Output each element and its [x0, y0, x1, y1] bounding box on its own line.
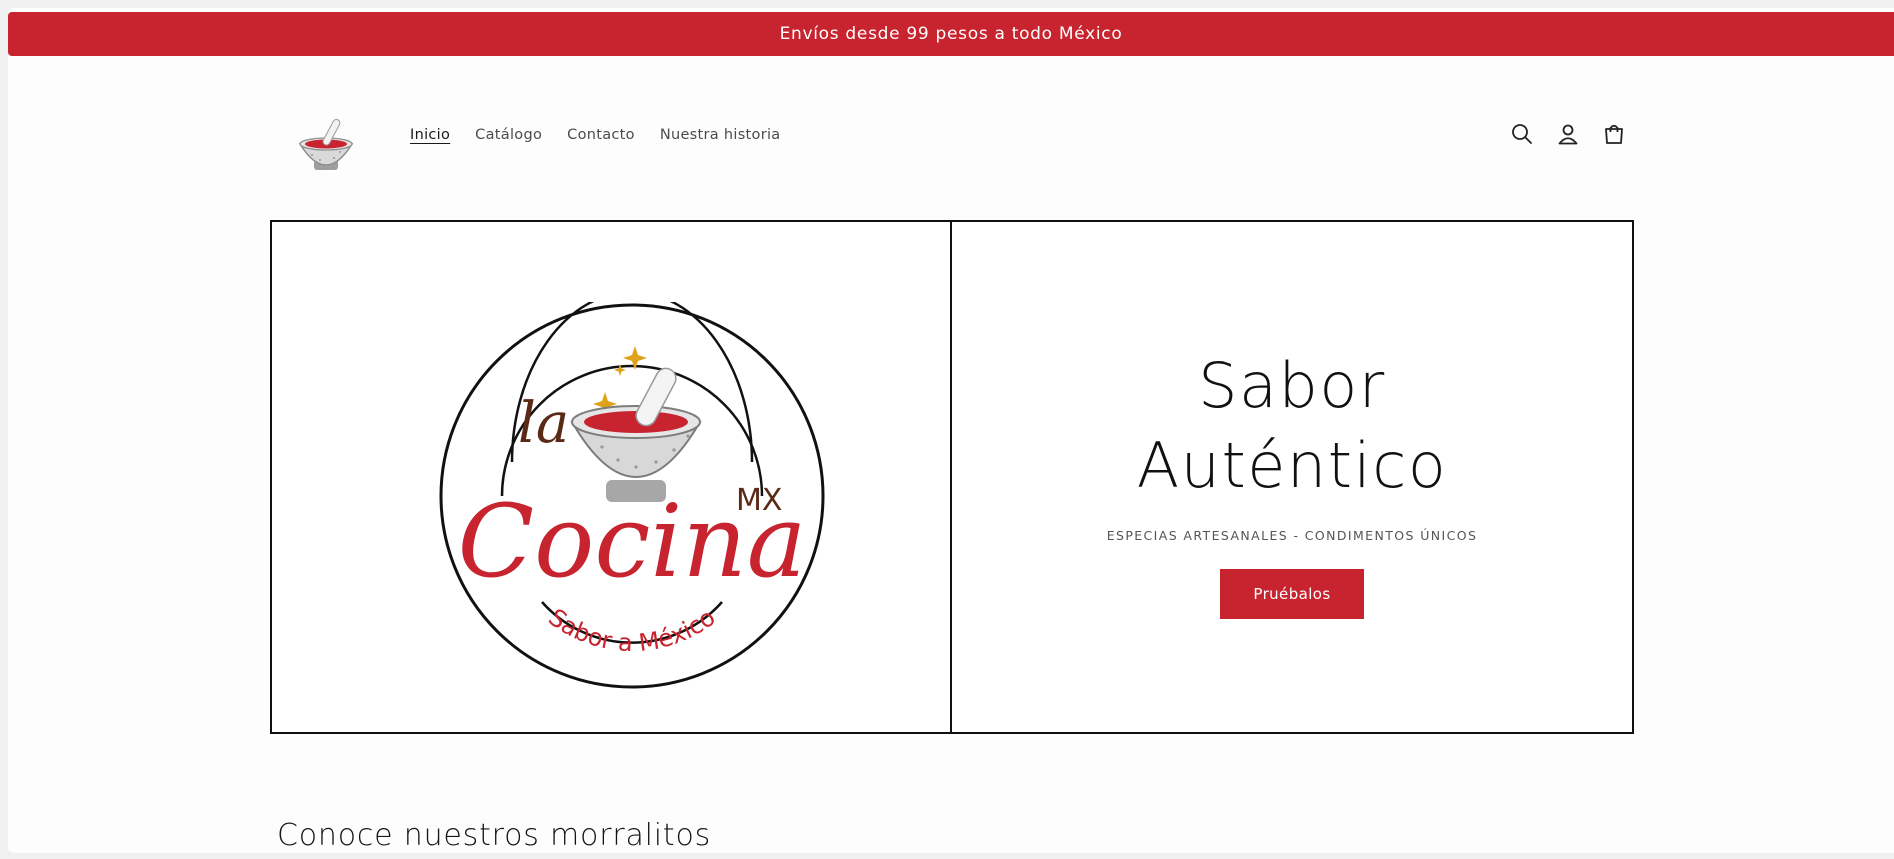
account-icon: [1558, 124, 1578, 145]
nav-link-inicio[interactable]: Inicio: [410, 127, 450, 143]
nav-link-contacto[interactable]: Contacto: [567, 127, 635, 143]
hero-text-panel: Sabor Auténtico ESPECIAS ARTESANALES - C…: [950, 220, 1634, 734]
page-viewport: Envíos desde 99 pesos a todo México Inic…: [8, 8, 1894, 853]
hero-logo-word-cocina: Cocina: [458, 483, 807, 600]
search-button[interactable]: [1508, 120, 1536, 148]
hero-title-line2: Auténtico: [1136, 428, 1448, 502]
account-button[interactable]: [1554, 120, 1582, 148]
hero-logo-tagline: Sabor a México: [543, 603, 720, 657]
main-nav: Inicio Catálogo Contacto Nuestra histori…: [410, 127, 781, 143]
hero-section: la MX Cocina Sabor a México Sabor Autént…: [270, 220, 1634, 734]
search-icon: [1512, 124, 1532, 144]
announcement-text: Envíos desde 99 pesos a todo México: [779, 24, 1123, 44]
brand-logo-image: la MX Cocina Sabor a México: [439, 302, 825, 689]
announcement-bar: Envíos desde 99 pesos a todo México: [8, 12, 1894, 56]
cart-icon: [1605, 124, 1623, 144]
cart-button[interactable]: [1600, 120, 1628, 148]
nav-link-nuestra-historia[interactable]: Nuestra historia: [660, 127, 781, 143]
hero-image-panel: la MX Cocina Sabor a México: [270, 220, 952, 734]
hero-logo-word-la: la: [518, 391, 569, 456]
hero-cta-button[interactable]: Pruébalos: [1220, 568, 1364, 619]
hero-subtitle: ESPECIAS ARTESANALES - CONDIMENTOS ÚNICO…: [1106, 527, 1478, 543]
hero-title-line1: Sabor: [1198, 348, 1386, 422]
header-actions: [1508, 120, 1628, 148]
collection-title: Conoce nuestros morralitos: [277, 818, 712, 853]
hero-title: Sabor Auténtico: [1082, 346, 1502, 506]
nav-link-catalogo[interactable]: Catálogo: [475, 127, 542, 143]
logo-molcajete[interactable]: [290, 110, 362, 182]
site-header: Inicio Catálogo Contacto Nuestra histori…: [8, 56, 1894, 221]
molcajete-icon: [298, 118, 354, 170]
